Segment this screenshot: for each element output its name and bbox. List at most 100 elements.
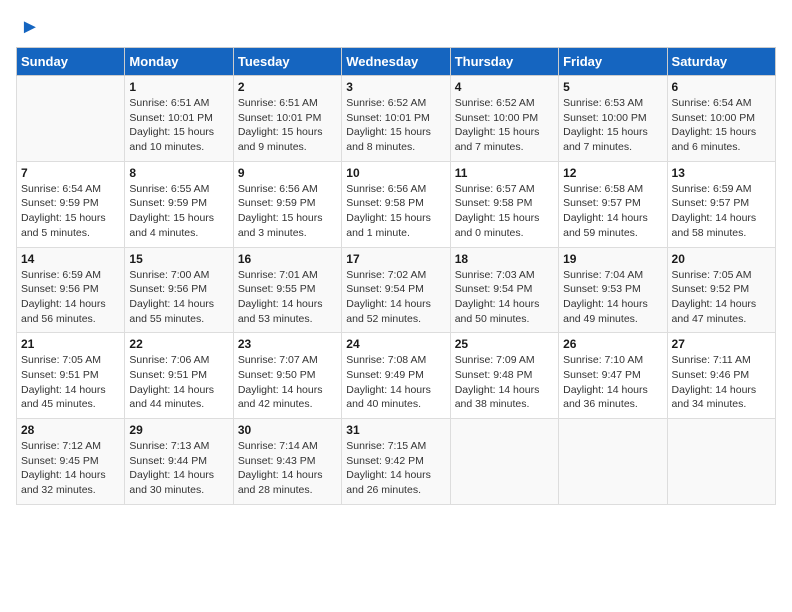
day-number: 2: [238, 80, 337, 94]
day-number: 6: [672, 80, 771, 94]
calendar-cell: 16 Sunrise: 7:01 AM Sunset: 9:55 PM Dayli…: [233, 247, 341, 333]
day-info: Sunrise: 6:55 AM Sunset: 9:59 PM Dayligh…: [129, 182, 228, 241]
header-row: SundayMondayTuesdayWednesdayThursdayFrid…: [17, 48, 776, 76]
calendar-cell: 1 Sunrise: 6:51 AM Sunset: 10:01 PM Dayli…: [125, 76, 233, 162]
day-number: 24: [346, 337, 445, 351]
day-number: 26: [563, 337, 662, 351]
day-info: Sunrise: 7:09 AM Sunset: 9:48 PM Dayligh…: [455, 353, 554, 412]
day-info: Sunrise: 6:59 AM Sunset: 9:56 PM Dayligh…: [21, 268, 120, 327]
day-info: Sunrise: 6:58 AM Sunset: 9:57 PM Dayligh…: [563, 182, 662, 241]
calendar-cell: 30Sunrise: 7:14 AM Sunset: 9:43 PM Dayli…: [233, 419, 341, 505]
calendar-cell: 8 Sunrise: 6:55 AM Sunset: 9:59 PM Daylig…: [125, 161, 233, 247]
day-info: Sunrise: 7:06 AM Sunset: 9:51 PM Dayligh…: [129, 353, 228, 412]
day-number: 19: [563, 252, 662, 266]
day-info: Sunrise: 7:05 AM Sunset: 9:52 PM Dayligh…: [672, 268, 771, 327]
header-cell-tuesday: Tuesday: [233, 48, 341, 76]
day-info: Sunrise: 6:51 AM Sunset: 10:01 PM Daylig…: [238, 96, 337, 155]
header-cell-monday: Monday: [125, 48, 233, 76]
day-info: Sunrise: 6:56 AM Sunset: 9:59 PM Dayligh…: [238, 182, 337, 241]
calendar-cell: 18 Sunrise: 7:03 AM Sunset: 9:54 PM Dayli…: [450, 247, 558, 333]
calendar-cell: 26 Sunrise: 7:10 AM Sunset: 9:47 PM Dayli…: [559, 333, 667, 419]
day-number: 21: [21, 337, 120, 351]
calendar-cell: 2 Sunrise: 6:51 AM Sunset: 10:01 PM Dayli…: [233, 76, 341, 162]
day-number: 1: [129, 80, 228, 94]
day-number: 20: [672, 252, 771, 266]
day-info: Sunrise: 7:00 AM Sunset: 9:56 PM Dayligh…: [129, 268, 228, 327]
calendar-cell: [559, 419, 667, 505]
calendar-cell: 10 Sunrise: 6:56 AM Sunset: 9:58 PM Dayli…: [342, 161, 450, 247]
logo: ►: [16, 16, 40, 39]
calendar-body: 1 Sunrise: 6:51 AM Sunset: 10:01 PM Dayli…: [17, 76, 776, 505]
calendar-cell: 13Sunrise: 6:59 AM Sunset: 9:57 PM Dayli…: [667, 161, 775, 247]
header-cell-thursday: Thursday: [450, 48, 558, 76]
calendar-cell: 21Sunrise: 7:05 AM Sunset: 9:51 PM Dayli…: [17, 333, 125, 419]
calendar-cell: [17, 76, 125, 162]
day-number: 14: [21, 252, 120, 266]
day-number: 31: [346, 423, 445, 437]
day-info: Sunrise: 6:54 AM Sunset: 9:59 PM Dayligh…: [21, 182, 120, 241]
calendar-cell: 28 Sunrise: 7:12 AM Sunset: 9:45 PM Dayli…: [17, 419, 125, 505]
header-cell-wednesday: Wednesday: [342, 48, 450, 76]
calendar-cell: 5 Sunrise: 6:53 AM Sunset: 10:00 PM Dayli…: [559, 76, 667, 162]
calendar-cell: 3 Sunrise: 6:52 AM Sunset: 10:01 PM Dayli…: [342, 76, 450, 162]
day-number: 13: [672, 166, 771, 180]
calendar-cell: 25 Sunrise: 7:09 AM Sunset: 9:48 PM Dayli…: [450, 333, 558, 419]
calendar-cell: 23 Sunrise: 7:07 AM Sunset: 9:50 PM Dayli…: [233, 333, 341, 419]
day-number: 8: [129, 166, 228, 180]
day-number: 25: [455, 337, 554, 351]
calendar-cell: 15 Sunrise: 7:00 AM Sunset: 9:56 PM Dayli…: [125, 247, 233, 333]
day-info: Sunrise: 7:10 AM Sunset: 9:47 PM Dayligh…: [563, 353, 662, 412]
week-row: 14 Sunrise: 6:59 AM Sunset: 9:56 PM Dayli…: [17, 247, 776, 333]
day-info: Sunrise: 7:12 AM Sunset: 9:45 PM Dayligh…: [21, 439, 120, 498]
day-number: 7: [21, 166, 120, 180]
week-row: 21Sunrise: 7:05 AM Sunset: 9:51 PM Dayli…: [17, 333, 776, 419]
header-cell-saturday: Saturday: [667, 48, 775, 76]
day-number: 29: [129, 423, 228, 437]
day-info: Sunrise: 6:51 AM Sunset: 10:01 PM Daylig…: [129, 96, 228, 155]
calendar-cell: 20 Sunrise: 7:05 AM Sunset: 9:52 PM Dayli…: [667, 247, 775, 333]
day-number: 30: [238, 423, 337, 437]
calendar-cell: 22Sunrise: 7:06 AM Sunset: 9:51 PM Dayli…: [125, 333, 233, 419]
calendar-cell: 7 Sunrise: 6:54 AM Sunset: 9:59 PM Daylig…: [17, 161, 125, 247]
calendar-header: SundayMondayTuesdayWednesdayThursdayFrid…: [17, 48, 776, 76]
day-number: 3: [346, 80, 445, 94]
day-number: 10: [346, 166, 445, 180]
day-info: Sunrise: 6:53 AM Sunset: 10:00 PM Daylig…: [563, 96, 662, 155]
day-number: 16: [238, 252, 337, 266]
calendar-cell: [450, 419, 558, 505]
day-number: 15: [129, 252, 228, 266]
day-info: Sunrise: 7:01 AM Sunset: 9:55 PM Dayligh…: [238, 268, 337, 327]
logo-bird-icon: ►: [20, 16, 40, 39]
day-info: Sunrise: 6:52 AM Sunset: 10:00 PM Daylig…: [455, 96, 554, 155]
week-row: 7 Sunrise: 6:54 AM Sunset: 9:59 PM Daylig…: [17, 161, 776, 247]
day-number: 18: [455, 252, 554, 266]
calendar-cell: 12 Sunrise: 6:58 AM Sunset: 9:57 PM Dayli…: [559, 161, 667, 247]
day-number: 28: [21, 423, 120, 437]
calendar-cell: 4 Sunrise: 6:52 AM Sunset: 10:00 PM Dayli…: [450, 76, 558, 162]
day-info: Sunrise: 7:15 AM Sunset: 9:42 PM Dayligh…: [346, 439, 445, 498]
day-number: 23: [238, 337, 337, 351]
calendar-cell: 24 Sunrise: 7:08 AM Sunset: 9:49 PM Dayli…: [342, 333, 450, 419]
day-info: Sunrise: 7:13 AM Sunset: 9:44 PM Dayligh…: [129, 439, 228, 498]
calendar-cell: 14 Sunrise: 6:59 AM Sunset: 9:56 PM Dayli…: [17, 247, 125, 333]
day-info: Sunrise: 7:08 AM Sunset: 9:49 PM Dayligh…: [346, 353, 445, 412]
week-row: 28 Sunrise: 7:12 AM Sunset: 9:45 PM Dayli…: [17, 419, 776, 505]
day-info: Sunrise: 7:03 AM Sunset: 9:54 PM Dayligh…: [455, 268, 554, 327]
week-row: 1 Sunrise: 6:51 AM Sunset: 10:01 PM Dayli…: [17, 76, 776, 162]
day-info: Sunrise: 7:07 AM Sunset: 9:50 PM Dayligh…: [238, 353, 337, 412]
day-number: 12: [563, 166, 662, 180]
calendar-table: SundayMondayTuesdayWednesdayThursdayFrid…: [16, 47, 776, 505]
day-info: Sunrise: 6:52 AM Sunset: 10:01 PM Daylig…: [346, 96, 445, 155]
day-number: 17: [346, 252, 445, 266]
day-number: 5: [563, 80, 662, 94]
day-info: Sunrise: 7:11 AM Sunset: 9:46 PM Dayligh…: [672, 353, 771, 412]
calendar-cell: 29 Sunrise: 7:13 AM Sunset: 9:44 PM Dayli…: [125, 419, 233, 505]
day-number: 9: [238, 166, 337, 180]
day-number: 11: [455, 166, 554, 180]
calendar-cell: 27Sunrise: 7:11 AM Sunset: 9:46 PM Dayli…: [667, 333, 775, 419]
header: ►: [16, 16, 776, 39]
day-number: 4: [455, 80, 554, 94]
calendar-cell: 6Sunrise: 6:54 AM Sunset: 10:00 PM Dayli…: [667, 76, 775, 162]
day-info: Sunrise: 6:56 AM Sunset: 9:58 PM Dayligh…: [346, 182, 445, 241]
day-info: Sunrise: 7:04 AM Sunset: 9:53 PM Dayligh…: [563, 268, 662, 327]
